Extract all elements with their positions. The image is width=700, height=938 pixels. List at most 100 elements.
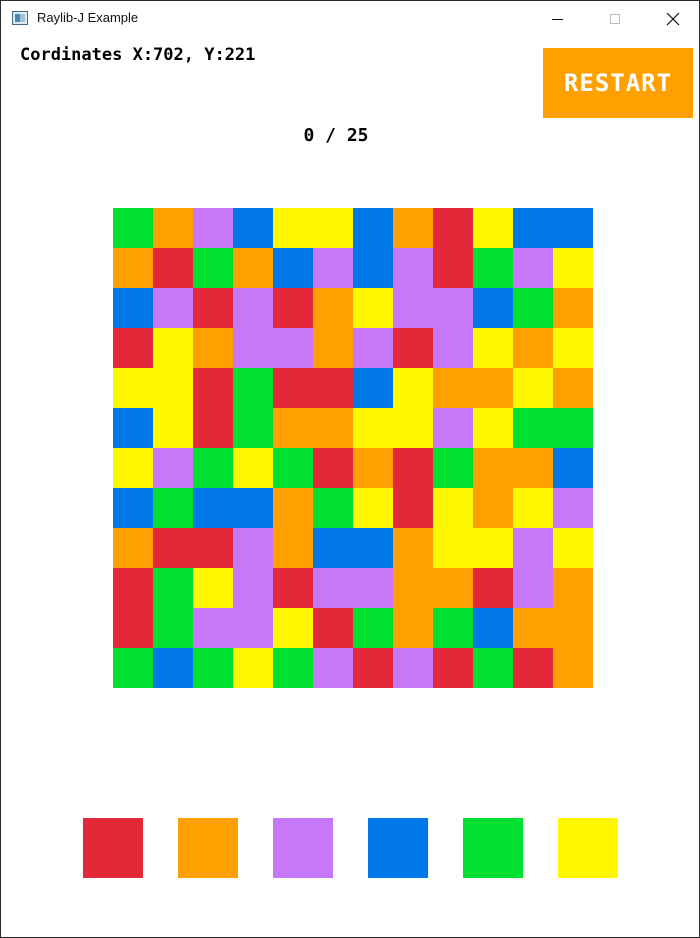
board-cell[interactable]	[193, 648, 233, 688]
board-cell[interactable]	[433, 328, 473, 368]
board-cell[interactable]	[353, 488, 393, 528]
board-cell[interactable]	[433, 368, 473, 408]
board-cell[interactable]	[353, 568, 393, 608]
board-cell[interactable]	[153, 248, 193, 288]
board-cell[interactable]	[473, 568, 513, 608]
board-cell[interactable]	[193, 608, 233, 648]
board-cell[interactable]	[273, 368, 313, 408]
board-cell[interactable]	[113, 648, 153, 688]
board-cell[interactable]	[313, 648, 353, 688]
board-cell[interactable]	[513, 568, 553, 608]
board-cell[interactable]	[393, 648, 433, 688]
board-cell[interactable]	[393, 528, 433, 568]
board-cell[interactable]	[313, 528, 353, 568]
board-cell[interactable]	[433, 608, 473, 648]
board-cell[interactable]	[233, 608, 273, 648]
color-swatch-blue[interactable]	[368, 818, 428, 878]
board-cell[interactable]	[353, 208, 393, 248]
board-cell[interactable]	[113, 608, 153, 648]
board-cell[interactable]	[393, 288, 433, 328]
board-cell[interactable]	[193, 528, 233, 568]
board-cell[interactable]	[273, 248, 313, 288]
board-cell[interactable]	[553, 568, 593, 608]
board-cell[interactable]	[313, 448, 353, 488]
board-cell[interactable]	[113, 368, 153, 408]
board-cell[interactable]	[313, 488, 353, 528]
board-cell[interactable]	[113, 488, 153, 528]
board-cell[interactable]	[353, 528, 393, 568]
board-cell[interactable]	[393, 488, 433, 528]
board-cell[interactable]	[473, 488, 513, 528]
board-cell[interactable]	[473, 208, 513, 248]
board-cell[interactable]	[193, 248, 233, 288]
board-cell[interactable]	[393, 568, 433, 608]
board-cell[interactable]	[473, 408, 513, 448]
board-cell[interactable]	[113, 288, 153, 328]
board-cell[interactable]	[433, 248, 473, 288]
board-cell[interactable]	[553, 648, 593, 688]
board-cell[interactable]	[193, 288, 233, 328]
board-cell[interactable]	[233, 368, 273, 408]
board-cell[interactable]	[513, 648, 553, 688]
board-cell[interactable]	[233, 568, 273, 608]
board-cell[interactable]	[113, 568, 153, 608]
board-cell[interactable]	[513, 408, 553, 448]
maximize-button[interactable]	[591, 1, 639, 37]
board-cell[interactable]	[273, 288, 313, 328]
board-cell[interactable]	[113, 448, 153, 488]
board-cell[interactable]	[513, 528, 553, 568]
board-cell[interactable]	[233, 488, 273, 528]
game-board[interactable]	[113, 208, 593, 688]
board-cell[interactable]	[553, 368, 593, 408]
board-cell[interactable]	[313, 248, 353, 288]
board-cell[interactable]	[513, 448, 553, 488]
board-cell[interactable]	[553, 288, 593, 328]
board-cell[interactable]	[473, 608, 513, 648]
board-cell[interactable]	[433, 448, 473, 488]
board-cell[interactable]	[273, 448, 313, 488]
restart-button[interactable]: RESTART	[543, 48, 693, 118]
board-cell[interactable]	[473, 248, 513, 288]
board-cell[interactable]	[273, 408, 313, 448]
board-cell[interactable]	[433, 528, 473, 568]
board-cell[interactable]	[153, 328, 193, 368]
board-cell[interactable]	[313, 408, 353, 448]
board-cell[interactable]	[353, 408, 393, 448]
board-cell[interactable]	[393, 448, 433, 488]
board-cell[interactable]	[553, 408, 593, 448]
board-cell[interactable]	[513, 488, 553, 528]
close-button[interactable]	[649, 1, 697, 37]
board-cell[interactable]	[113, 208, 153, 248]
board-cell[interactable]	[553, 208, 593, 248]
board-cell[interactable]	[273, 488, 313, 528]
board-cell[interactable]	[433, 288, 473, 328]
board-cell[interactable]	[553, 608, 593, 648]
board-cell[interactable]	[393, 368, 433, 408]
board-cell[interactable]	[153, 448, 193, 488]
board-cell[interactable]	[273, 528, 313, 568]
board-cell[interactable]	[233, 648, 273, 688]
board-cell[interactable]	[433, 568, 473, 608]
board-cell[interactable]	[473, 528, 513, 568]
board-cell[interactable]	[313, 368, 353, 408]
board-cell[interactable]	[353, 648, 393, 688]
color-swatch-green[interactable]	[463, 818, 523, 878]
board-cell[interactable]	[513, 328, 553, 368]
board-cell[interactable]	[393, 208, 433, 248]
board-cell[interactable]	[353, 608, 393, 648]
board-cell[interactable]	[393, 608, 433, 648]
board-cell[interactable]	[313, 288, 353, 328]
board-cell[interactable]	[153, 648, 193, 688]
board-cell[interactable]	[153, 208, 193, 248]
board-cell[interactable]	[553, 488, 593, 528]
title-bar[interactable]: Raylib-J Example	[1, 1, 699, 37]
board-cell[interactable]	[153, 408, 193, 448]
board-cell[interactable]	[193, 448, 233, 488]
board-cell[interactable]	[233, 528, 273, 568]
board-cell[interactable]	[513, 288, 553, 328]
board-cell[interactable]	[273, 328, 313, 368]
board-cell[interactable]	[153, 568, 193, 608]
board-cell[interactable]	[353, 248, 393, 288]
board-cell[interactable]	[193, 368, 233, 408]
board-cell[interactable]	[113, 528, 153, 568]
